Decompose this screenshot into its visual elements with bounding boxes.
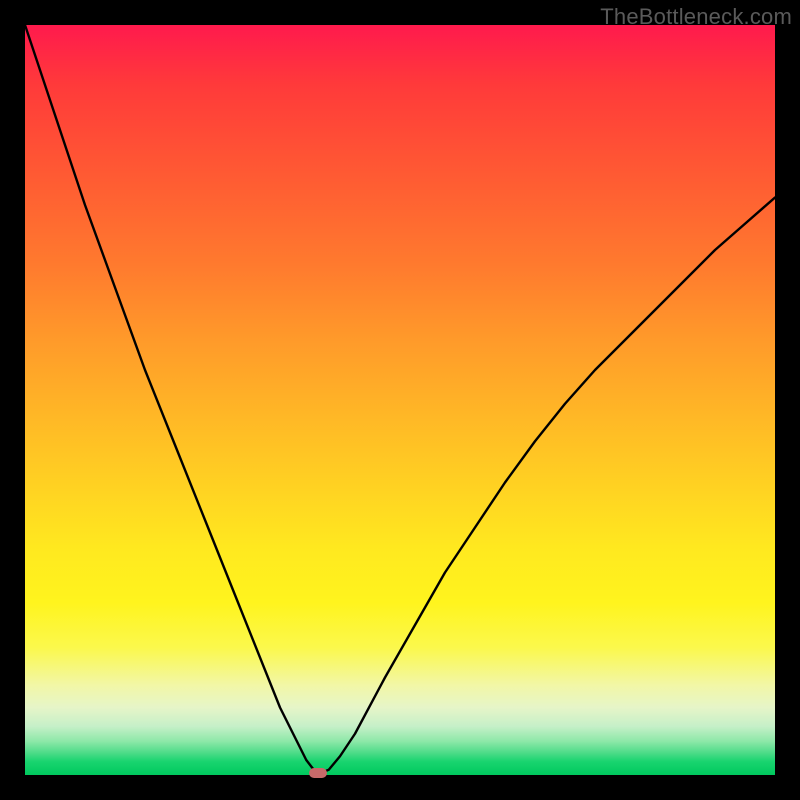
bottleneck-curve	[25, 25, 775, 775]
outer-frame: TheBottleneck.com	[0, 0, 800, 800]
plot-area	[25, 25, 775, 775]
watermark-text: TheBottleneck.com	[600, 4, 792, 30]
optimal-marker	[309, 768, 327, 778]
